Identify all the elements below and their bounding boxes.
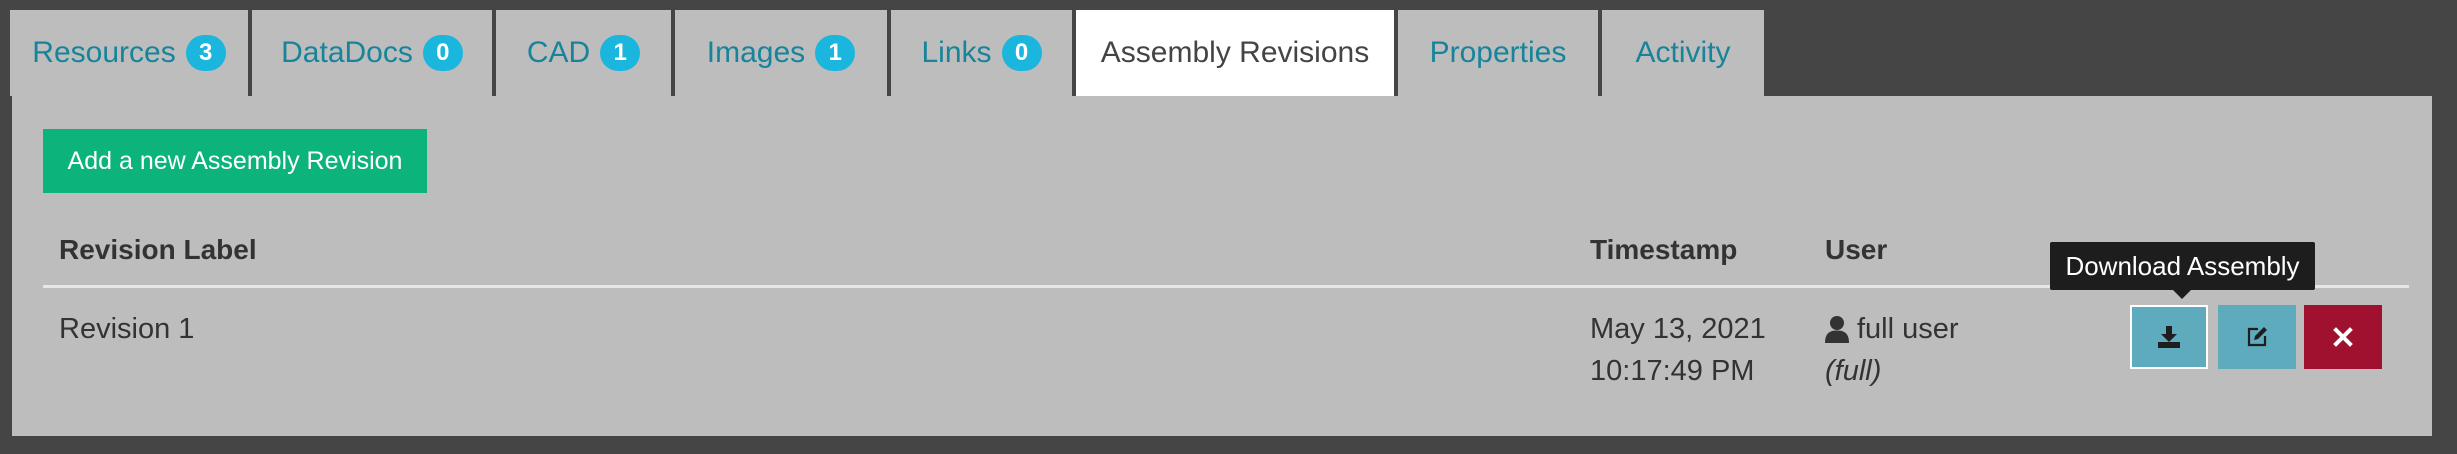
tab-label: DataDocs <box>281 36 413 69</box>
assembly-revisions-panel: Add a new Assembly Revision Revision Lab… <box>12 96 2432 436</box>
count-badge: 1 <box>600 35 641 71</box>
tab-label: Activity <box>1635 36 1731 69</box>
tab-activity[interactable]: Activity <box>1602 10 1764 96</box>
column-header-revision-label: Revision Label <box>59 234 257 265</box>
download-tooltip: Download Assembly <box>2050 242 2315 290</box>
tab-label: CAD <box>526 36 591 69</box>
user-role: (full) <box>1825 355 1882 387</box>
close-icon <box>2333 327 2353 347</box>
tab-datadocs[interactable]: DataDocs 0 <box>252 10 492 96</box>
revision-label-cell: Revision 1 <box>59 313 195 345</box>
user-icon <box>1825 316 1849 343</box>
tab-resources[interactable]: Resources 3 <box>10 10 248 96</box>
timestamp-date: May 13, 2021 <box>1590 313 1766 345</box>
tab-properties[interactable]: Properties <box>1398 10 1598 96</box>
download-assembly-button[interactable] <box>2130 305 2208 369</box>
tab-bar: Resources 3 DataDocs 0 CAD 1 Images 1 Li… <box>10 10 1768 96</box>
tab-label: Links <box>921 36 992 69</box>
tab-assembly-revisions[interactable]: Assembly Revisions <box>1076 10 1394 96</box>
user-name: full user <box>1857 313 1959 345</box>
column-header-user: User <box>1825 234 1888 265</box>
user-cell: full user (full) <box>1825 308 1959 392</box>
add-assembly-revision-button[interactable]: Add a new Assembly Revision <box>43 129 427 193</box>
user-line: full user <box>1825 308 1959 350</box>
timestamp-time: 10:17:49 PM <box>1590 355 1755 387</box>
tab-links[interactable]: Links 0 <box>891 10 1072 96</box>
tab-label: Assembly Revisions <box>1100 36 1370 69</box>
tab-cad[interactable]: CAD 1 <box>496 10 671 96</box>
tooltip-arrow <box>2173 290 2191 299</box>
edit-icon <box>2247 327 2267 347</box>
column-header-timestamp: Timestamp <box>1590 234 1738 265</box>
count-badge: 1 <box>815 35 856 71</box>
count-badge: 0 <box>1001 35 1042 71</box>
tab-images[interactable]: Images 1 <box>675 10 887 96</box>
count-badge: 3 <box>185 35 226 71</box>
download-icon <box>2158 326 2180 348</box>
tab-label: Images <box>706 36 806 69</box>
timestamp-cell: May 13, 2021 10:17:49 PM <box>1590 308 1766 392</box>
delete-revision-button[interactable] <box>2304 305 2382 369</box>
tab-label: Properties <box>1429 36 1567 69</box>
count-badge: 0 <box>422 35 463 71</box>
tab-label: Resources <box>32 36 176 69</box>
edit-revision-button[interactable] <box>2218 305 2296 369</box>
